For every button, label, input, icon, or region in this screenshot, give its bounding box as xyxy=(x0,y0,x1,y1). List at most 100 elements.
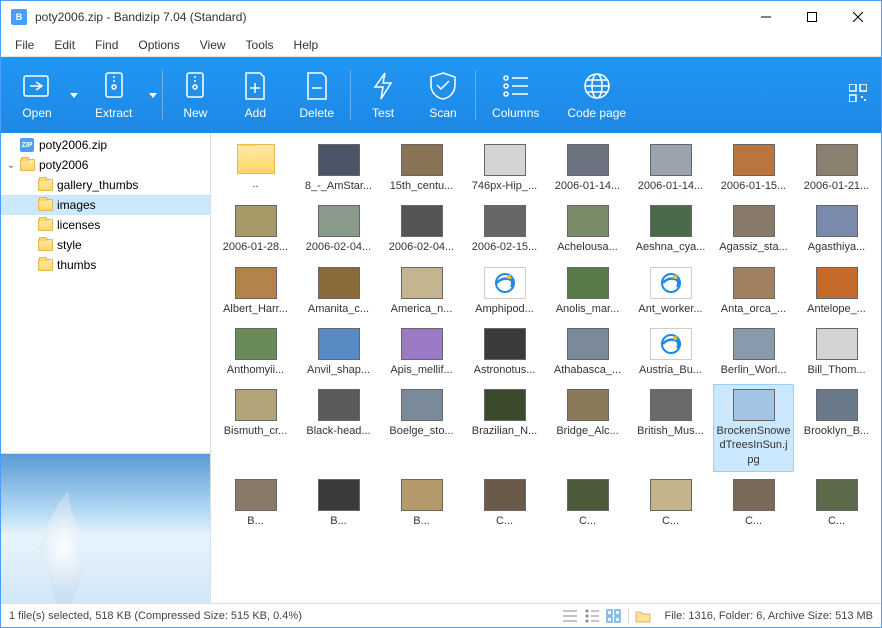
new-label: New xyxy=(183,106,207,120)
file-item[interactable]: Bill_Thom... xyxy=(796,323,877,382)
view-folder-icon[interactable] xyxy=(635,609,651,623)
file-item[interactable]: Aeshna_cya... xyxy=(630,200,711,259)
file-item[interactable]: 8_-_AmStar... xyxy=(298,139,379,198)
file-item[interactable]: 746px-Hip_... xyxy=(464,139,545,198)
maximize-button[interactable] xyxy=(789,1,835,33)
extract-dropdown[interactable] xyxy=(146,60,160,130)
tree-item-style[interactable]: style xyxy=(1,235,210,255)
file-item[interactable]: B... xyxy=(215,474,296,533)
file-item[interactable]: Antelope_... xyxy=(796,262,877,321)
file-item[interactable]: B... xyxy=(381,474,462,533)
parent-folder-item[interactable]: .. xyxy=(215,139,296,198)
file-item[interactable]: Amanita_c... xyxy=(298,262,379,321)
file-item[interactable]: 2006-01-15... xyxy=(713,139,794,198)
tree-item-gallery-thumbs[interactable]: gallery_thumbs xyxy=(1,175,210,195)
tree-item-poty2006[interactable]: ⌄poty2006 xyxy=(1,155,210,175)
image-thumbnail xyxy=(567,144,609,176)
add-button[interactable]: Add xyxy=(225,60,285,130)
file-item[interactable]: Albert_Harr... xyxy=(215,262,296,321)
file-item[interactable]: C... xyxy=(796,474,877,533)
tree-item-licenses[interactable]: licenses xyxy=(1,215,210,235)
tree-expander[interactable]: ⌄ xyxy=(5,160,17,171)
test-button[interactable]: Test xyxy=(353,60,413,130)
open-button[interactable]: Open xyxy=(7,60,67,130)
delete-button[interactable]: Delete xyxy=(285,60,348,130)
file-item[interactable]: B... xyxy=(298,474,379,533)
view-thumbs-icon[interactable] xyxy=(606,609,622,623)
file-grid[interactable]: ..8_-_AmStar...15th_centu...746px-Hip_..… xyxy=(211,133,881,603)
menu-file[interactable]: File xyxy=(5,36,44,54)
file-item[interactable]: 2006-02-15... xyxy=(464,200,545,259)
menu-help[interactable]: Help xyxy=(284,36,329,54)
file-item[interactable]: Ant_worker... xyxy=(630,262,711,321)
file-item[interactable]: Bridge_Alc... xyxy=(547,384,628,472)
file-item[interactable]: Athabasca_... xyxy=(547,323,628,382)
image-thumbnail xyxy=(401,389,443,421)
extract-label: Extract xyxy=(95,106,132,120)
tree-item-images[interactable]: images xyxy=(1,195,210,215)
file-item[interactable]: British_Mus... xyxy=(630,384,711,472)
new-button[interactable]: New xyxy=(165,60,225,130)
file-item[interactable]: C... xyxy=(713,474,794,533)
menu-view[interactable]: View xyxy=(190,36,236,54)
file-item[interactable]: Agassiz_sta... xyxy=(713,200,794,259)
view-list-icon[interactable] xyxy=(562,609,578,623)
file-item[interactable]: Brooklyn_B... xyxy=(796,384,877,472)
file-item[interactable]: 15th_centu... xyxy=(381,139,462,198)
file-item[interactable]: Brazilian_N... xyxy=(464,384,545,472)
image-thumbnail xyxy=(733,205,775,237)
file-item[interactable]: Berlin_Worl... xyxy=(713,323,794,382)
file-label: C... xyxy=(662,514,679,528)
file-item[interactable]: Agasthiya... xyxy=(796,200,877,259)
close-button[interactable] xyxy=(835,1,881,33)
menu-find[interactable]: Find xyxy=(85,36,128,54)
file-label: C... xyxy=(745,514,762,528)
file-label: Berlin_Worl... xyxy=(721,363,787,377)
folder-tree[interactable]: ZIPpoty2006.zip⌄poty2006gallery_thumbsim… xyxy=(1,133,210,453)
file-label: Aeshna_cya... xyxy=(636,240,706,254)
file-item[interactable]: 2006-02-04... xyxy=(298,200,379,259)
html-icon xyxy=(650,267,692,299)
file-label: Agasthiya... xyxy=(808,240,865,254)
tree-item-poty2006-zip[interactable]: ZIPpoty2006.zip xyxy=(1,135,210,155)
qr-icon[interactable] xyxy=(841,76,875,115)
file-item[interactable]: Austria_Bu... xyxy=(630,323,711,382)
menu-edit[interactable]: Edit xyxy=(44,36,85,54)
file-item[interactable]: Black-head... xyxy=(298,384,379,472)
extract-button[interactable]: Extract xyxy=(81,60,146,130)
menu-options[interactable]: Options xyxy=(128,36,189,54)
file-item[interactable]: Anta_orca_... xyxy=(713,262,794,321)
minimize-button[interactable] xyxy=(743,1,789,33)
menu-tools[interactable]: Tools xyxy=(236,36,284,54)
open-dropdown[interactable] xyxy=(67,60,81,130)
file-label: Austria_Bu... xyxy=(639,363,702,377)
image-thumbnail xyxy=(484,328,526,360)
file-item[interactable]: 2006-02-04... xyxy=(381,200,462,259)
file-item[interactable]: 2006-01-28... xyxy=(215,200,296,259)
file-item[interactable]: BrockenSnowedTreesInSun.jpg xyxy=(713,384,794,472)
tree-item-thumbs[interactable]: thumbs xyxy=(1,255,210,275)
file-item[interactable]: Boelge_sto... xyxy=(381,384,462,472)
file-item[interactable]: C... xyxy=(464,474,545,533)
file-item[interactable]: 2006-01-14... xyxy=(630,139,711,198)
tree-label: thumbs xyxy=(57,258,96,272)
file-item[interactable]: C... xyxy=(630,474,711,533)
file-item[interactable]: Anvil_shap... xyxy=(298,323,379,382)
file-item[interactable]: Bismuth_cr... xyxy=(215,384,296,472)
codepage-button[interactable]: Code page xyxy=(553,60,640,130)
file-item[interactable]: Apis_mellif... xyxy=(381,323,462,382)
file-item[interactable]: 2006-01-14... xyxy=(547,139,628,198)
file-item[interactable]: 2006-01-21... xyxy=(796,139,877,198)
file-item[interactable]: C... xyxy=(547,474,628,533)
file-item[interactable]: Astronotus... xyxy=(464,323,545,382)
file-label: Astronotus... xyxy=(474,363,536,377)
file-label: C... xyxy=(579,514,596,528)
file-item[interactable]: Amphipod... xyxy=(464,262,545,321)
scan-button[interactable]: Scan xyxy=(413,60,473,130)
file-item[interactable]: America_n... xyxy=(381,262,462,321)
file-item[interactable]: Achelousa... xyxy=(547,200,628,259)
view-details-icon[interactable] xyxy=(584,609,600,623)
file-item[interactable]: Anolis_mar... xyxy=(547,262,628,321)
file-item[interactable]: Anthomyii... xyxy=(215,323,296,382)
columns-button[interactable]: Columns xyxy=(478,60,553,130)
